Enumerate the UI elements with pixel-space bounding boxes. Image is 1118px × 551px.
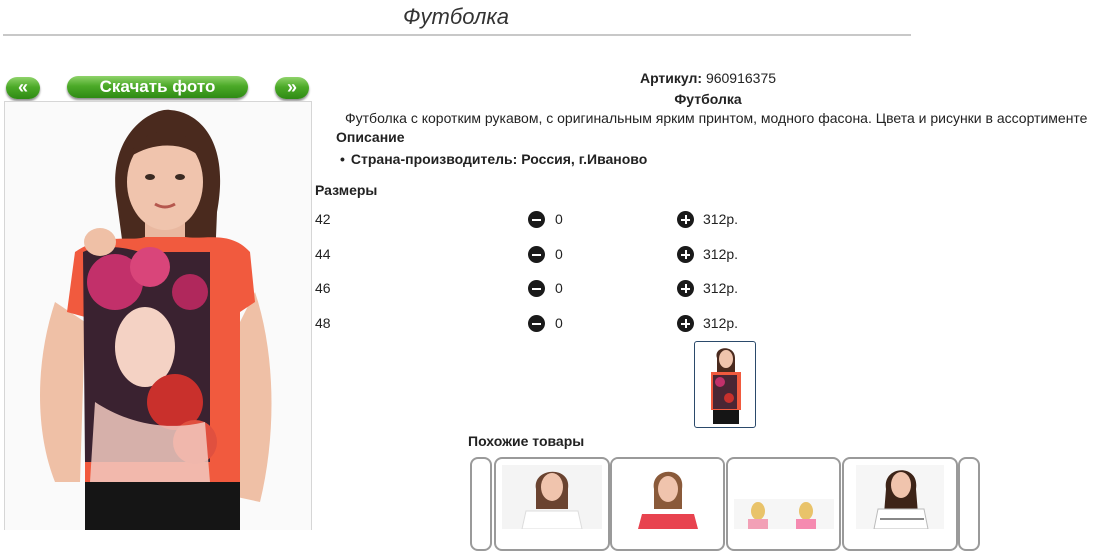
minus-circle-icon[interactable]	[528, 280, 545, 297]
size-quantity: 0	[555, 315, 563, 331]
title-divider	[3, 34, 911, 36]
page-title: Футболка	[403, 4, 509, 29]
download-photo-button[interactable]: Скачать фото	[67, 76, 248, 98]
similar-product-card[interactable]	[842, 457, 958, 551]
minus-circle-icon[interactable]	[528, 211, 545, 228]
article-line: Артикул: 960916375	[313, 70, 1103, 86]
similar-products-heading: Похожие товары	[468, 433, 585, 449]
plus-circle-icon[interactable]	[677, 246, 694, 263]
size-label: 42	[315, 211, 331, 227]
plus-circle-icon[interactable]	[677, 315, 694, 332]
similar-product-card[interactable]	[726, 457, 841, 551]
similar-product-card[interactable]	[494, 457, 610, 551]
size-price: 312р.	[703, 246, 739, 262]
size-row: 48 0 312р.	[315, 313, 775, 333]
similar-product-image	[856, 465, 944, 530]
similar-product-image	[734, 499, 834, 529]
size-row: 46 0 312р.	[315, 278, 775, 298]
product-name: Футболка	[674, 91, 742, 107]
prev-photo-button[interactable]: «	[6, 77, 40, 99]
minus-circle-icon[interactable]	[528, 315, 545, 332]
next-photo-button[interactable]: »	[275, 77, 309, 99]
size-label: 46	[315, 280, 331, 296]
plus-circle-icon[interactable]	[677, 280, 694, 297]
size-price: 312р.	[703, 211, 739, 227]
minus-circle-icon[interactable]	[528, 246, 545, 263]
description-heading: Описание	[336, 129, 405, 145]
model-photo-illustration	[5, 102, 311, 530]
size-quantity: 0	[555, 246, 563, 262]
article-label: Артикул:	[639, 70, 703, 86]
size-price: 312р.	[703, 315, 739, 331]
article-value: 960916375	[705, 70, 777, 86]
similar-product-image	[612, 459, 723, 529]
size-quantity: 0	[555, 280, 563, 296]
product-description: Футболка с коротким рукавом, с оригиналь…	[345, 110, 1088, 126]
photo-thumbnail[interactable]	[694, 341, 756, 428]
thumbnail-illustration	[711, 348, 741, 424]
similar-product-image	[502, 465, 602, 530]
size-label: 44	[315, 246, 331, 262]
similar-scroll-right-button[interactable]	[958, 457, 980, 551]
size-quantity: 0	[555, 211, 563, 227]
similar-product-card[interactable]	[610, 457, 725, 551]
size-label: 48	[315, 315, 331, 331]
sizes-heading: Размеры	[315, 182, 378, 198]
similar-scroll-left-button[interactable]	[470, 457, 492, 551]
plus-circle-icon[interactable]	[677, 211, 694, 228]
main-product-photo[interactable]	[4, 101, 312, 530]
size-price: 312р.	[703, 280, 739, 296]
size-row: 42 0 312р.	[315, 209, 775, 229]
size-row: 44 0 312р.	[315, 244, 775, 264]
country-of-origin: Страна-производитель: Россия, г.Иваново	[340, 151, 647, 167]
